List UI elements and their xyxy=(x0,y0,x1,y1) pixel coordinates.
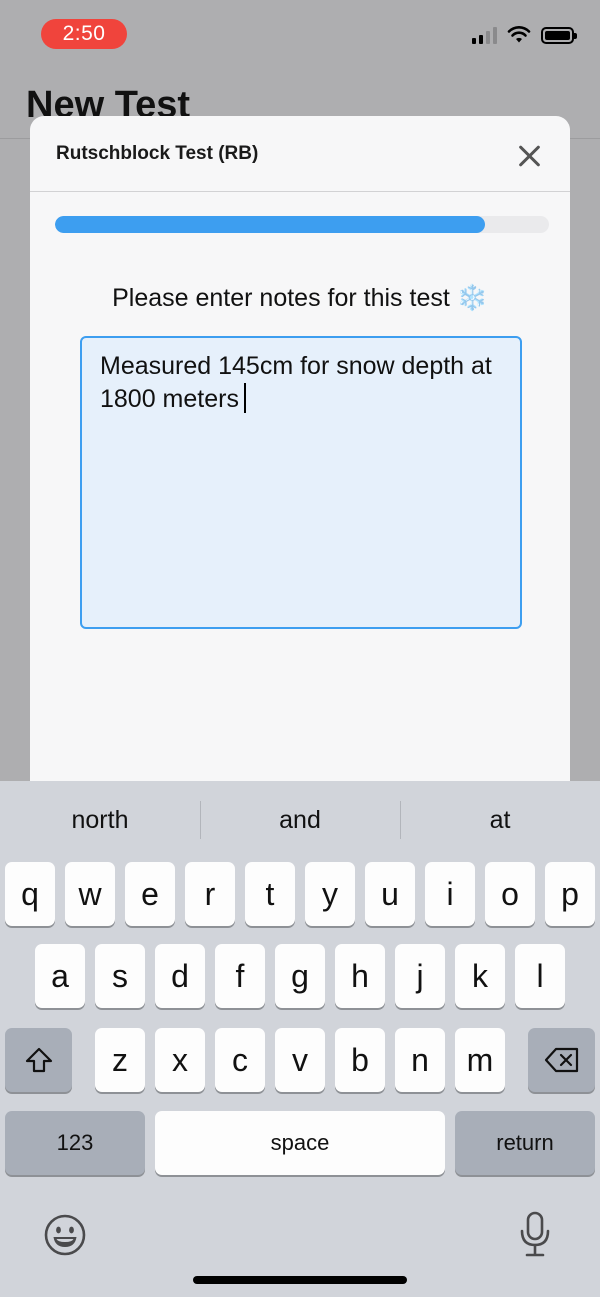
backspace-icon xyxy=(544,1047,578,1073)
key-k[interactable]: k xyxy=(455,944,505,1008)
status-time: 2:50 xyxy=(41,19,127,49)
key-h[interactable]: h xyxy=(335,944,385,1008)
key-d[interactable]: d xyxy=(155,944,205,1008)
modal-title: Rutschblock Test (RB) xyxy=(56,143,259,164)
suggestion-item[interactable]: north xyxy=(0,781,200,860)
cellular-signal-icon xyxy=(472,26,497,44)
status-bar: 2:50 xyxy=(0,0,600,70)
key-x[interactable]: x xyxy=(155,1028,205,1092)
progress-fill xyxy=(55,216,485,233)
key-b[interactable]: b xyxy=(335,1028,385,1092)
snowflake-icon: ❄️ xyxy=(456,283,488,312)
suggestion-item[interactable]: and xyxy=(200,781,400,860)
key-m[interactable]: m xyxy=(455,1028,505,1092)
notes-modal: Rutschblock Test (RB) Please enter notes… xyxy=(30,116,570,816)
key-t[interactable]: t xyxy=(245,862,295,926)
status-icons xyxy=(472,26,577,44)
notes-text: Measured 145cm for snow depth at 1800 me… xyxy=(100,352,492,413)
keyboard: north and at q w e r t y u i o p a s d f… xyxy=(0,781,600,1297)
key-u[interactable]: u xyxy=(365,862,415,926)
key-g[interactable]: g xyxy=(275,944,325,1008)
notes-prompt-text: Please enter notes for this test xyxy=(112,284,450,312)
key-f[interactable]: f xyxy=(215,944,265,1008)
key-r[interactable]: r xyxy=(185,862,235,926)
key-z[interactable]: z xyxy=(95,1028,145,1092)
suggestion-bar: north and at xyxy=(0,781,600,860)
key-s[interactable]: s xyxy=(95,944,145,1008)
key-i[interactable]: i xyxy=(425,862,475,926)
return-key[interactable]: return xyxy=(455,1111,595,1175)
wifi-icon xyxy=(507,26,531,43)
key-e[interactable]: e xyxy=(125,862,175,926)
progress-bar xyxy=(55,216,549,233)
modal-header: Rutschblock Test (RB) xyxy=(30,116,570,192)
shift-key[interactable] xyxy=(5,1028,72,1092)
key-n[interactable]: n xyxy=(395,1028,445,1092)
suggestion-item[interactable]: at xyxy=(400,781,600,860)
numbers-key[interactable]: 123 xyxy=(5,1111,145,1175)
shift-icon xyxy=(25,1047,52,1073)
close-icon[interactable] xyxy=(516,142,544,170)
battery-icon xyxy=(541,26,577,44)
home-indicator[interactable] xyxy=(193,1276,407,1284)
key-c[interactable]: c xyxy=(215,1028,265,1092)
key-j[interactable]: j xyxy=(395,944,445,1008)
key-v[interactable]: v xyxy=(275,1028,325,1092)
notes-textarea[interactable]: Measured 145cm for snow depth at 1800 me… xyxy=(80,336,522,629)
text-cursor xyxy=(243,383,246,413)
key-a[interactable]: a xyxy=(35,944,85,1008)
notes-prompt: Please enter notes for this test ❄️ xyxy=(30,283,570,313)
key-l[interactable]: l xyxy=(515,944,565,1008)
microphone-icon[interactable] xyxy=(515,1210,555,1260)
delete-key[interactable] xyxy=(528,1028,595,1092)
key-o[interactable]: o xyxy=(485,862,535,926)
emoji-icon[interactable] xyxy=(43,1213,87,1257)
space-key[interactable]: space xyxy=(155,1111,445,1175)
key-y[interactable]: y xyxy=(305,862,355,926)
key-w[interactable]: w xyxy=(65,862,115,926)
key-q[interactable]: q xyxy=(5,862,55,926)
key-p[interactable]: p xyxy=(545,862,595,926)
